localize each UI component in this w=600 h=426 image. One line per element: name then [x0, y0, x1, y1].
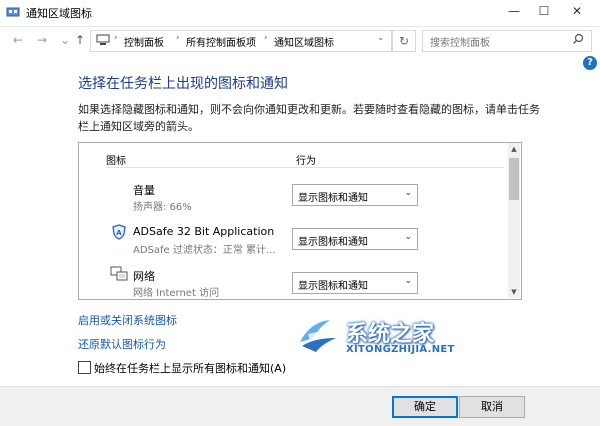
- item-name: ADSafe 32 Bit Application: [133, 225, 275, 238]
- breadcrumb-separator: ›: [176, 33, 180, 43]
- page-title: 选择在任务栏上出现的图标和通知: [78, 76, 288, 92]
- description-text: 如果选择隐藏图标和通知，则不会向你通知更改和更新。若要随时查看隐藏的图标，请单击…: [78, 103, 540, 133]
- svg-text:A: A: [116, 229, 122, 237]
- header-divider: [106, 167, 504, 168]
- item-subtitle: ADSafe 过滤状态：正常 累计...: [133, 245, 276, 256]
- breadcrumb-separator: ›: [264, 33, 268, 43]
- maximize-button[interactable]: ☐: [527, 0, 561, 22]
- scroll-up-arrow-icon[interactable]: ▲: [508, 143, 520, 155]
- column-header-icon: 图标: [106, 156, 126, 167]
- forward-button[interactable]: →: [34, 32, 50, 48]
- back-button[interactable]: ←: [10, 32, 26, 48]
- always-show-label[interactable]: 始终在任务栏上显示所有图标和通知(A): [94, 360, 286, 376]
- recent-locations-chevron-icon[interactable]: ⌄: [57, 32, 73, 48]
- item-name: 音量: [133, 184, 155, 197]
- up-button[interactable]: ↑: [72, 32, 88, 48]
- breadcrumb-separator: ›: [114, 33, 118, 43]
- select-value: 显示图标和通知: [298, 281, 368, 292]
- notification-area-icon: [6, 7, 20, 17]
- behavior-select[interactable]: 显示图标和通知 ⌄: [292, 184, 418, 206]
- breadcrumb-control-panel[interactable]: 控制面板: [124, 34, 164, 49]
- network-icon: [110, 266, 128, 281]
- close-button[interactable]: ✕: [560, 0, 594, 22]
- search-icon[interactable]: [572, 33, 584, 45]
- refresh-button[interactable]: ↻: [392, 30, 416, 52]
- column-header-action: 行为: [296, 156, 316, 167]
- ok-button[interactable]: 确定: [392, 396, 458, 418]
- breadcrumb-notification-icons[interactable]: 通知区域图标: [274, 34, 334, 49]
- behavior-select[interactable]: 显示图标和通知 ⌄: [292, 228, 418, 250]
- item-subtitle: 网络 Internet 访问: [133, 288, 220, 299]
- always-show-checkbox[interactable]: [78, 361, 91, 374]
- select-value: 显示图标和通知: [298, 237, 368, 248]
- scrollbar-thumb[interactable]: [509, 158, 519, 200]
- search-input[interactable]: 搜索控制面板: [430, 34, 490, 49]
- minimize-button[interactable]: —: [497, 0, 531, 22]
- item-name: 网络: [133, 270, 155, 283]
- scroll-down-arrow-icon[interactable]: ▼: [508, 286, 520, 298]
- help-icon[interactable]: ?: [583, 56, 597, 70]
- watermark-url: XITONGZHIJIA.NET: [346, 344, 455, 355]
- adsafe-shield-icon: A: [112, 224, 126, 240]
- address-dropdown-icon[interactable]: ⌄: [377, 33, 385, 43]
- restore-defaults-link[interactable]: 还原默认图标行为: [78, 336, 166, 352]
- window-title: 通知区域图标: [26, 7, 92, 20]
- chevron-down-icon: ⌄: [404, 232, 412, 242]
- select-value: 显示图标和通知: [298, 193, 368, 204]
- chevron-down-icon: ⌄: [404, 188, 412, 198]
- watermark-logo: [300, 320, 336, 352]
- system-icons-link[interactable]: 启用或关闭系统图标: [78, 312, 177, 328]
- item-subtitle: 扬声器: 66%: [133, 202, 192, 213]
- chevron-down-icon: ⌄: [404, 276, 412, 286]
- computer-icon: [96, 34, 110, 45]
- breadcrumb-all-items[interactable]: 所有控制面板项: [186, 34, 256, 49]
- behavior-select[interactable]: 显示图标和通知 ⌄: [292, 272, 418, 294]
- cancel-button[interactable]: 取消: [459, 396, 525, 418]
